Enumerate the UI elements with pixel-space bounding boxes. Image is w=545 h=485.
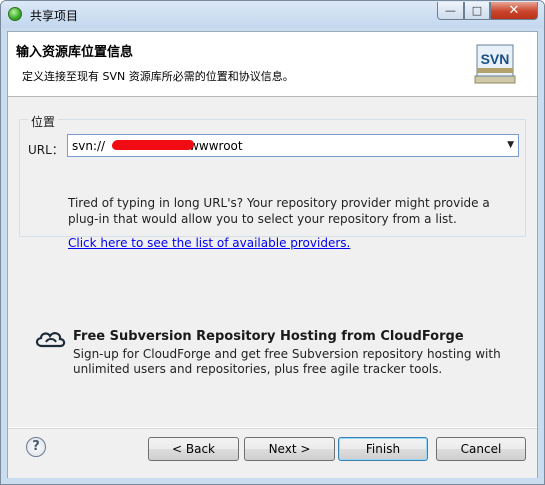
svn-logo: SVN — [474, 44, 516, 84]
minimize-icon: — — [445, 4, 456, 17]
close-button[interactable]: ✕ — [490, 2, 538, 20]
maximize-button[interactable]: □ — [464, 2, 490, 20]
svn-logo-text: SVN — [481, 51, 510, 67]
wizard-header: 输入资源库位置信息 定义连接至现有 SVN 资源库所必需的位置和协议信息。 SV… — [8, 32, 537, 97]
page-description: 定义连接至现有 SVN 资源库所必需的位置和协议信息。 — [22, 70, 294, 83]
share-project-window: 共享项目 — □ ✕ 输入资源库位置信息 定义连接至现有 SVN 资源库所必需的… — [0, 0, 545, 485]
cloudforge-description: Sign-up for CloudForge and get free Subv… — [73, 347, 501, 376]
finish-button[interactable]: Finish — [338, 437, 428, 461]
title-bar[interactable]: 共享项目 — □ ✕ — [1, 1, 544, 28]
help-icon[interactable]: ? — [26, 437, 46, 457]
wizard-footer: ? < Back Next > Finish Cancel — [8, 428, 537, 478]
url-label: URL： — [28, 143, 64, 157]
cloudforge-title[interactable]: Free Subversion Repository Hosting from … — [73, 329, 464, 344]
back-button[interactable]: < Back — [148, 437, 239, 461]
wizard-content: 位置 URL： svn:// wwwroot ▼ Tired of typing … — [8, 97, 537, 427]
url-combo-input[interactable]: svn:// wwwroot ▼ — [67, 134, 519, 157]
cancel-button[interactable]: Cancel — [436, 437, 526, 461]
location-group-label: 位置 — [28, 113, 59, 130]
dropdown-arrow-icon[interactable]: ▼ — [507, 140, 514, 150]
maximize-icon: □ — [471, 4, 483, 17]
eclipse-app-icon — [8, 7, 22, 21]
next-button[interactable]: Next > — [244, 437, 335, 461]
wizard-dialog: 输入资源库位置信息 定义连接至现有 SVN 资源库所必需的位置和协议信息。 SV… — [7, 31, 538, 478]
url-suffix: wwwroot — [189, 139, 243, 153]
page-title: 输入资源库位置信息 — [16, 45, 134, 60]
redaction-mark — [111, 140, 195, 150]
window-title: 共享项目 — [30, 9, 79, 23]
minimize-button[interactable]: — — [437, 2, 464, 20]
url-hint-text: Tired of typing in long URL's? Your repo… — [68, 196, 490, 226]
url-prefix: svn:// — [72, 139, 106, 153]
close-icon: ✕ — [508, 3, 520, 18]
cloudforge-cloud-icon — [35, 332, 66, 348]
providers-link[interactable]: Click here to see the list of available … — [68, 236, 350, 250]
